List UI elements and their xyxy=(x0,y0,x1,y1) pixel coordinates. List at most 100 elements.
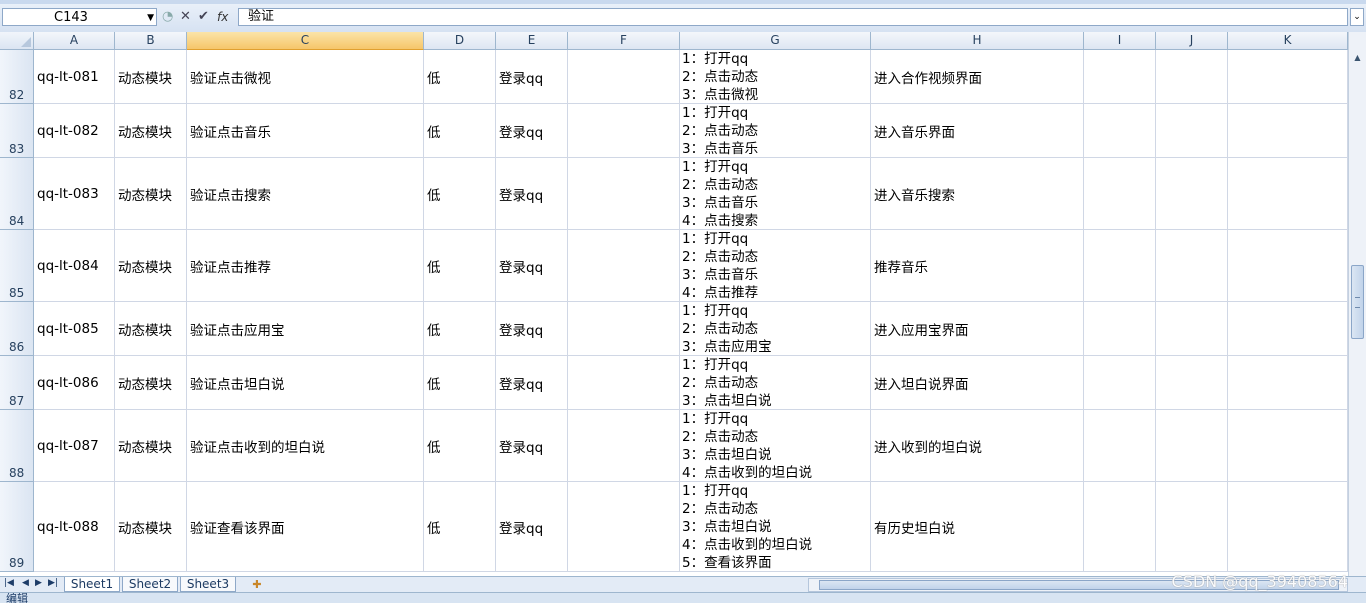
cell-j[interactable] xyxy=(1156,356,1228,410)
cell-c[interactable]: 验证点击收到的坦白说 xyxy=(187,410,424,482)
cell-k[interactable] xyxy=(1228,230,1348,302)
cell-d[interactable]: 低 xyxy=(424,356,496,410)
cell-b[interactable]: 动态模块 xyxy=(115,50,187,104)
cell-j[interactable] xyxy=(1156,158,1228,230)
cell-b[interactable]: 动态模块 xyxy=(115,230,187,302)
column-header-a[interactable]: A xyxy=(34,32,115,50)
first-sheet-icon[interactable]: |◀ xyxy=(4,578,14,588)
cell-d[interactable]: 低 xyxy=(424,230,496,302)
cell-e[interactable]: 登录qq xyxy=(496,104,568,158)
tab-sheet2[interactable]: Sheet2 xyxy=(122,577,178,592)
function-icon[interactable]: fx xyxy=(217,8,228,26)
cell-f[interactable] xyxy=(568,410,680,482)
cell-i[interactable] xyxy=(1084,158,1156,230)
cell-i[interactable] xyxy=(1084,230,1156,302)
tab-sheet3[interactable]: Sheet3 xyxy=(180,577,236,592)
cell-g[interactable]: 1：打开qq 2：点击动态 3：点击微视 xyxy=(680,50,871,104)
tab-sheet1[interactable]: Sheet1 xyxy=(64,577,120,592)
cell-e[interactable]: 登录qq xyxy=(496,50,568,104)
cell-e[interactable]: 登录qq xyxy=(496,302,568,356)
cell-f[interactable] xyxy=(568,482,680,572)
cell-k[interactable] xyxy=(1228,356,1348,410)
select-all-corner[interactable] xyxy=(0,32,34,50)
vertical-scrollbar[interactable]: ▲ xyxy=(1348,32,1366,576)
cell-a[interactable]: qq-lt-088 xyxy=(34,482,115,572)
row-header[interactable]: 84 xyxy=(0,158,34,230)
cell-e[interactable]: 登录qq xyxy=(496,482,568,572)
cell-a[interactable]: qq-lt-086 xyxy=(34,356,115,410)
column-header-c[interactable]: C xyxy=(187,32,424,50)
cell-j[interactable] xyxy=(1156,410,1228,482)
cell-i[interactable] xyxy=(1084,356,1156,410)
row-header[interactable]: 83 xyxy=(0,104,34,158)
row-header[interactable]: 85 xyxy=(0,230,34,302)
row-header[interactable]: 87 xyxy=(0,356,34,410)
cell-g[interactable]: 1：打开qq 2：点击动态 3：点击音乐 4：点击搜索 xyxy=(680,158,871,230)
last-sheet-icon[interactable]: ▶| xyxy=(48,578,58,588)
cell-j[interactable] xyxy=(1156,302,1228,356)
row-header[interactable]: 88 xyxy=(0,410,34,482)
cell-k[interactable] xyxy=(1228,50,1348,104)
name-box[interactable]: C143 ▼ xyxy=(2,8,157,26)
scroll-thumb[interactable] xyxy=(1351,265,1364,339)
cell-f[interactable] xyxy=(568,356,680,410)
cell-b[interactable]: 动态模块 xyxy=(115,104,187,158)
cell-h[interactable]: 进入应用宝界面 xyxy=(871,302,1084,356)
formula-input[interactable]: 验证 xyxy=(238,8,1348,26)
cell-h[interactable]: 进入收到的坦白说 xyxy=(871,410,1084,482)
cancel-icon[interactable]: ✕ xyxy=(180,8,191,26)
cell-a[interactable]: qq-lt-083 xyxy=(34,158,115,230)
cell-i[interactable] xyxy=(1084,104,1156,158)
row-header[interactable]: 89 xyxy=(0,482,34,572)
cell-f[interactable] xyxy=(568,50,680,104)
cell-g[interactable]: 1：打开qq 2：点击动态 3：点击坦白说 xyxy=(680,356,871,410)
cell-b[interactable]: 动态模块 xyxy=(115,158,187,230)
cell-c[interactable]: 验证点击推荐 xyxy=(187,230,424,302)
cell-k[interactable] xyxy=(1228,482,1348,572)
cell-f[interactable] xyxy=(568,158,680,230)
cell-d[interactable]: 低 xyxy=(424,104,496,158)
cell-h[interactable]: 有历史坦白说 xyxy=(871,482,1084,572)
column-header-k[interactable]: K xyxy=(1228,32,1348,50)
cell-d[interactable]: 低 xyxy=(424,158,496,230)
cell-g[interactable]: 1：打开qq 2：点击动态 3：点击坦白说 4：点击收到的坦白说 xyxy=(680,410,871,482)
cell-k[interactable] xyxy=(1228,410,1348,482)
cell-g[interactable]: 1：打开qq 2：点击动态 3：点击坦白说 4：点击收到的坦白说 5：查看该界面 xyxy=(680,482,871,572)
cell-f[interactable] xyxy=(568,302,680,356)
cell-j[interactable] xyxy=(1156,50,1228,104)
prev-sheet-icon[interactable]: ◀ xyxy=(22,578,29,588)
cell-e[interactable]: 登录qq xyxy=(496,356,568,410)
scroll-up-icon[interactable]: ▲ xyxy=(1349,50,1366,66)
cell-f[interactable] xyxy=(568,104,680,158)
column-header-e[interactable]: E xyxy=(496,32,568,50)
cell-k[interactable] xyxy=(1228,302,1348,356)
cell-b[interactable]: 动态模块 xyxy=(115,482,187,572)
cell-a[interactable]: qq-lt-087 xyxy=(34,410,115,482)
cell-a[interactable]: qq-lt-085 xyxy=(34,302,115,356)
expand-formula-icon[interactable]: ⌄ xyxy=(1350,8,1364,26)
next-sheet-icon[interactable]: ▶ xyxy=(35,578,42,588)
cell-b[interactable]: 动态模块 xyxy=(115,410,187,482)
cell-h[interactable]: 进入合作视频界面 xyxy=(871,50,1084,104)
cell-a[interactable]: qq-lt-082 xyxy=(34,104,115,158)
cell-b[interactable]: 动态模块 xyxy=(115,356,187,410)
column-header-b[interactable]: B xyxy=(115,32,187,50)
cell-g[interactable]: 1：打开qq 2：点击动态 3：点击音乐 xyxy=(680,104,871,158)
cell-a[interactable]: qq-lt-081 xyxy=(34,50,115,104)
column-header-i[interactable]: I xyxy=(1084,32,1156,50)
column-header-f[interactable]: F xyxy=(568,32,680,50)
column-header-d[interactable]: D xyxy=(424,32,496,50)
cell-g[interactable]: 1：打开qq 2：点击动态 3：点击音乐 4：点击推荐 xyxy=(680,230,871,302)
cell-d[interactable]: 低 xyxy=(424,410,496,482)
cell-c[interactable]: 验证点击搜索 xyxy=(187,158,424,230)
cell-e[interactable]: 登录qq xyxy=(496,230,568,302)
cell-e[interactable]: 登录qq xyxy=(496,410,568,482)
cell-d[interactable]: 低 xyxy=(424,482,496,572)
cell-j[interactable] xyxy=(1156,230,1228,302)
cell-i[interactable] xyxy=(1084,482,1156,572)
column-header-h[interactable]: H xyxy=(871,32,1084,50)
cell-j[interactable] xyxy=(1156,104,1228,158)
column-header-g[interactable]: G xyxy=(680,32,871,50)
cell-c[interactable]: 验证点击坦白说 xyxy=(187,356,424,410)
cell-g[interactable]: 1：打开qq 2：点击动态 3：点击应用宝 xyxy=(680,302,871,356)
